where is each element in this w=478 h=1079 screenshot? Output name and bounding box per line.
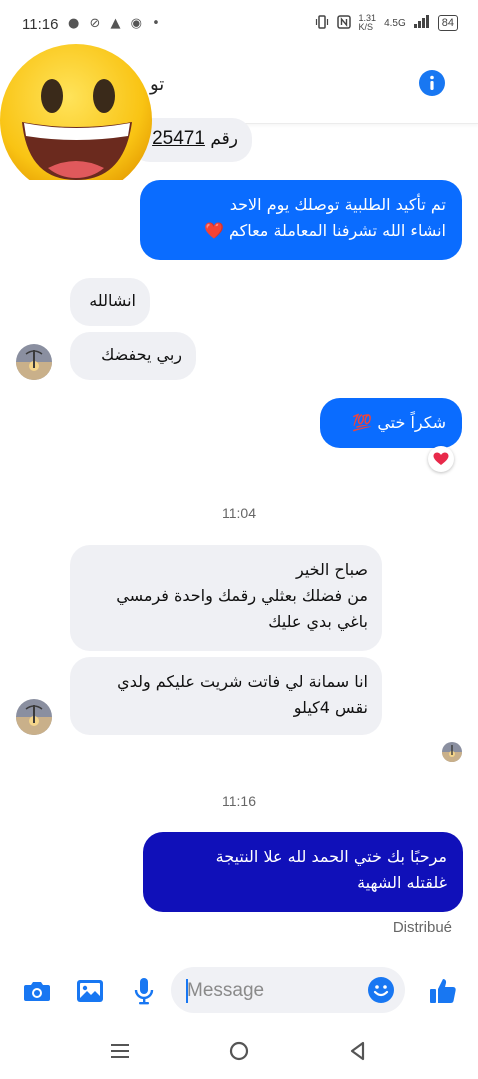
vibrate-icon bbox=[315, 14, 329, 32]
back-icon[interactable] bbox=[345, 1038, 371, 1064]
delivery-status: Distribué bbox=[392, 919, 452, 936]
read-receipt-avatar bbox=[442, 742, 462, 762]
recent-apps-icon[interactable] bbox=[107, 1038, 133, 1064]
thumbs-up-icon[interactable] bbox=[428, 976, 458, 1006]
message-bubble-incoming[interactable]: انا سمانة لي فاتت شريت عليكم ولدي نقس 4ك… bbox=[70, 657, 382, 735]
status-indicators: 1.31 K/S 4.5G 84 bbox=[315, 14, 458, 32]
message-field[interactable] bbox=[171, 967, 405, 1013]
message-timestamp: 11:04 bbox=[222, 505, 256, 521]
message-bubble-outgoing[interactable]: مرحبًا بك ختي الحمد لله علا النتيجة غلقت… bbox=[143, 832, 463, 912]
message-timestamp: 11:16 bbox=[222, 793, 256, 809]
message-text: ربي يحفضك bbox=[101, 345, 182, 364]
message-bubble-incoming[interactable]: انشالله bbox=[70, 278, 150, 326]
message-bubble-incoming[interactable]: صباح الخير من فضلك بعثلي رقمك واحدة فرمس… bbox=[70, 545, 382, 651]
message-bubble-outgoing[interactable]: تم تأكيد الطلبية توصلك يوم الاحد انشاء ا… bbox=[140, 180, 462, 260]
message-line: انشاء الله تشرفنا المعاملة معاكم ❤️ bbox=[203, 221, 446, 240]
heart-reaction[interactable] bbox=[428, 446, 454, 472]
network-indicator: 4.5G bbox=[384, 17, 406, 29]
message-line: من فضلك بعثلي رقمك واحدة فرمسي bbox=[116, 586, 368, 605]
data-speed: 1.31 K/S bbox=[358, 13, 377, 32]
message-text: رقم bbox=[210, 129, 238, 149]
system-nav-bar bbox=[0, 1022, 478, 1079]
message-line: انا سمانة لي فاتت شريت عليكم ولدي bbox=[117, 672, 368, 691]
contact-avatar[interactable] bbox=[16, 699, 52, 735]
emoji-icon[interactable] bbox=[367, 976, 395, 1004]
signal-icon bbox=[413, 15, 430, 31]
message-line: نقس 4كيلو bbox=[293, 698, 368, 717]
camera-icon[interactable] bbox=[22, 976, 52, 1006]
message-line: مرحبًا بك ختي الحمد لله علا النتيجة bbox=[215, 847, 447, 866]
message-line: باغي بدي عليك bbox=[268, 612, 368, 631]
message-line: غلقتله الشهية bbox=[357, 873, 447, 892]
phone-number: 25471 bbox=[152, 128, 205, 149]
contact-avatar[interactable] bbox=[16, 344, 52, 380]
message-text: شكراً ختي 💯 bbox=[352, 413, 446, 432]
message-composer bbox=[0, 960, 478, 1022]
message-input[interactable] bbox=[187, 979, 357, 1003]
gallery-icon[interactable] bbox=[75, 976, 105, 1006]
battery-indicator: 84 bbox=[437, 15, 458, 31]
message-line: صباح الخير bbox=[295, 560, 368, 579]
message-bubble-incoming[interactable]: ربي يحفضك bbox=[70, 332, 196, 380]
info-icon[interactable] bbox=[419, 70, 445, 96]
message-bubble-outgoing[interactable]: شكراً ختي 💯 bbox=[320, 398, 462, 448]
message-line: تم تأكيد الطلبية توصلك يوم الاحد bbox=[229, 195, 446, 214]
nfc-icon bbox=[336, 14, 351, 32]
grinning-emoji-sticker bbox=[0, 20, 160, 196]
microphone-icon[interactable] bbox=[129, 976, 159, 1006]
home-icon[interactable] bbox=[226, 1038, 252, 1064]
message-text: انشالله bbox=[89, 291, 136, 310]
